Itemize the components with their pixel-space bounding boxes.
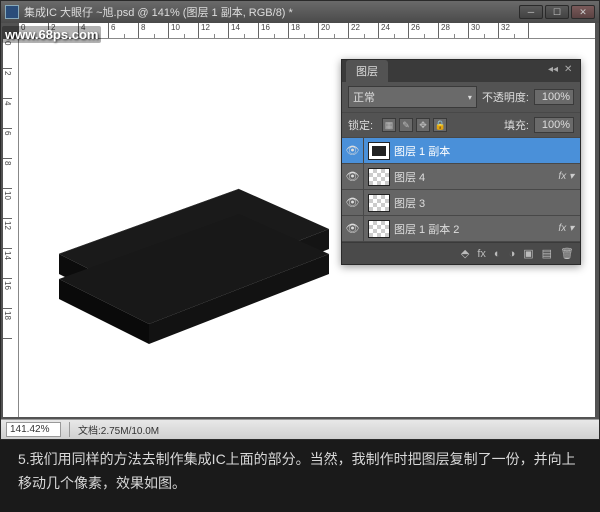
ruler-tick: 32 (499, 23, 529, 38)
ruler-tick: 16 (259, 23, 289, 38)
layers-panel-footer: ⬘ fx ◐ ◑ ▣ ▤ 🗑 (342, 242, 580, 264)
ruler-tick: 12 (199, 23, 229, 38)
blend-mode-value: 正常 (353, 89, 375, 105)
minimize-button[interactable]: ─ (519, 5, 543, 19)
layer-style-icon[interactable]: fx (477, 248, 486, 260)
titlebar: 集成IC 大眼仔 ~旭.psd @ 141% (图层 1 副本, RGB/8) … (1, 1, 599, 23)
ruler-tick: 26 (409, 23, 439, 38)
ruler-tick: 22 (349, 23, 379, 38)
ruler-tick: 6 (109, 23, 139, 38)
layer-list: 👁图层 1 副本👁图层 4fx ▾👁图层 3👁图层 1 副本 2fx ▾ (342, 138, 580, 242)
fx-badge: fx ▾ (558, 171, 574, 182)
doc-size: 文档:2.75M/10.0M (69, 422, 159, 437)
ruler-tick: 20 (319, 23, 349, 38)
ruler-vertical: 024681012141618 (3, 39, 19, 417)
layer-item[interactable]: 👁 图层 3 (342, 190, 580, 216)
layer-name: 图层 4 (394, 169, 558, 185)
opacity-field[interactable]: 100% (534, 89, 574, 105)
ruler-tick: 2 (3, 69, 12, 99)
visibility-toggle[interactable]: 👁 (342, 216, 364, 241)
lock-label: 锁定: (348, 117, 373, 133)
window-controls: ─ ☐ ✕ (519, 5, 595, 19)
app-window: 集成IC 大眼仔 ~旭.psd @ 141% (图层 1 副本, RGB/8) … (0, 0, 600, 440)
ruler-tick: 14 (3, 249, 12, 279)
ruler-tick: 14 (229, 23, 259, 38)
lock-icons: ▦ ✎ ✥ 🔒 (382, 118, 447, 132)
delete-layer-icon[interactable]: 🗑 (560, 247, 574, 260)
layer-item[interactable]: 👁 图层 1 副本 (342, 138, 580, 164)
layer-group-icon[interactable]: ▣ (523, 247, 533, 260)
fill-label: 填充: (504, 117, 529, 133)
link-layers-icon[interactable]: ⬘ (461, 247, 469, 260)
layer-mask-icon[interactable]: ◐ (494, 248, 501, 260)
ps-icon (5, 5, 19, 19)
new-layer-icon[interactable]: ▤ (542, 247, 552, 260)
lock-transparency-icon[interactable]: ▦ (382, 118, 396, 132)
lock-position-icon[interactable]: ✥ (416, 118, 430, 132)
layer-name: 图层 3 (394, 195, 580, 211)
layers-panel: 图层 ◂◂ ✕ 正常 ▾ 不透明度: 100% 锁定: ▦ ✎ ✥ 🔒 填充: (341, 59, 581, 265)
ruler-tick: 8 (139, 23, 169, 38)
ruler-tick: 10 (3, 189, 12, 219)
ruler-tick: 28 (439, 23, 469, 38)
lock-all-icon[interactable]: 🔒 (433, 118, 447, 132)
watermark: www.68ps.com (2, 26, 101, 43)
ruler-tick: 4 (3, 99, 12, 129)
blend-opacity-row: 正常 ▾ 不透明度: 100% (342, 82, 580, 113)
layer-name: 图层 1 副本 2 (394, 221, 558, 237)
blend-mode-dropdown[interactable]: 正常 ▾ (348, 86, 477, 108)
panel-close-icon[interactable]: ✕ (564, 64, 576, 76)
ruler-tick: 6 (3, 129, 12, 159)
close-button[interactable]: ✕ (571, 5, 595, 19)
visibility-toggle[interactable]: 👁 (342, 164, 364, 189)
fx-badge: fx ▾ (558, 223, 574, 234)
ruler-tick: 18 (289, 23, 319, 38)
visibility-toggle[interactable]: 👁 (342, 190, 364, 215)
ruler-tick: 0 (3, 39, 12, 69)
fill-field[interactable]: 100% (534, 117, 574, 133)
ruler-horizontal: 02468101214161820222426283032 (19, 23, 595, 39)
visibility-toggle[interactable]: 👁 (342, 138, 364, 163)
ruler-tick: 30 (469, 23, 499, 38)
layer-name: 图层 1 副本 (394, 143, 580, 159)
chevron-down-icon: ▾ (468, 93, 472, 102)
layer-thumbnail (368, 220, 390, 238)
lock-pixels-icon[interactable]: ✎ (399, 118, 413, 132)
tutorial-caption: 5.我们用同样的方法去制作集成IC上面的部分。当然，我制作时把图层复制了一份，并… (18, 448, 582, 496)
opacity-label: 不透明度: (482, 89, 529, 105)
statusbar: 141.42% 文档:2.75M/10.0M (1, 419, 599, 439)
maximize-button[interactable]: ☐ (545, 5, 569, 19)
document-title: 集成IC 大眼仔 ~旭.psd @ 141% (图层 1 副本, RGB/8) … (24, 4, 519, 20)
layer-thumbnail (368, 142, 390, 160)
ruler-tick: 18 (3, 309, 12, 339)
ruler-tick: 8 (3, 159, 12, 189)
layer-item[interactable]: 👁 图层 1 副本 2fx ▾ (342, 216, 580, 242)
ruler-tick: 16 (3, 279, 12, 309)
ruler-tick: 10 (169, 23, 199, 38)
zoom-field[interactable]: 141.42% (6, 422, 61, 437)
ruler-tick: 24 (379, 23, 409, 38)
panel-collapse-icon[interactable]: ◂◂ (548, 64, 560, 76)
lock-fill-row: 锁定: ▦ ✎ ✥ 🔒 填充: 100% (342, 113, 580, 138)
3d-shape (49, 159, 339, 359)
ruler-tick: 12 (3, 219, 12, 249)
adjustment-layer-icon[interactable]: ◑ (509, 248, 516, 260)
tab-layers[interactable]: 图层 (346, 60, 388, 82)
layer-thumbnail (368, 168, 390, 186)
layer-item[interactable]: 👁 图层 4fx ▾ (342, 164, 580, 190)
panel-tabbar: 图层 ◂◂ ✕ (342, 60, 580, 82)
layer-thumbnail (368, 194, 390, 212)
